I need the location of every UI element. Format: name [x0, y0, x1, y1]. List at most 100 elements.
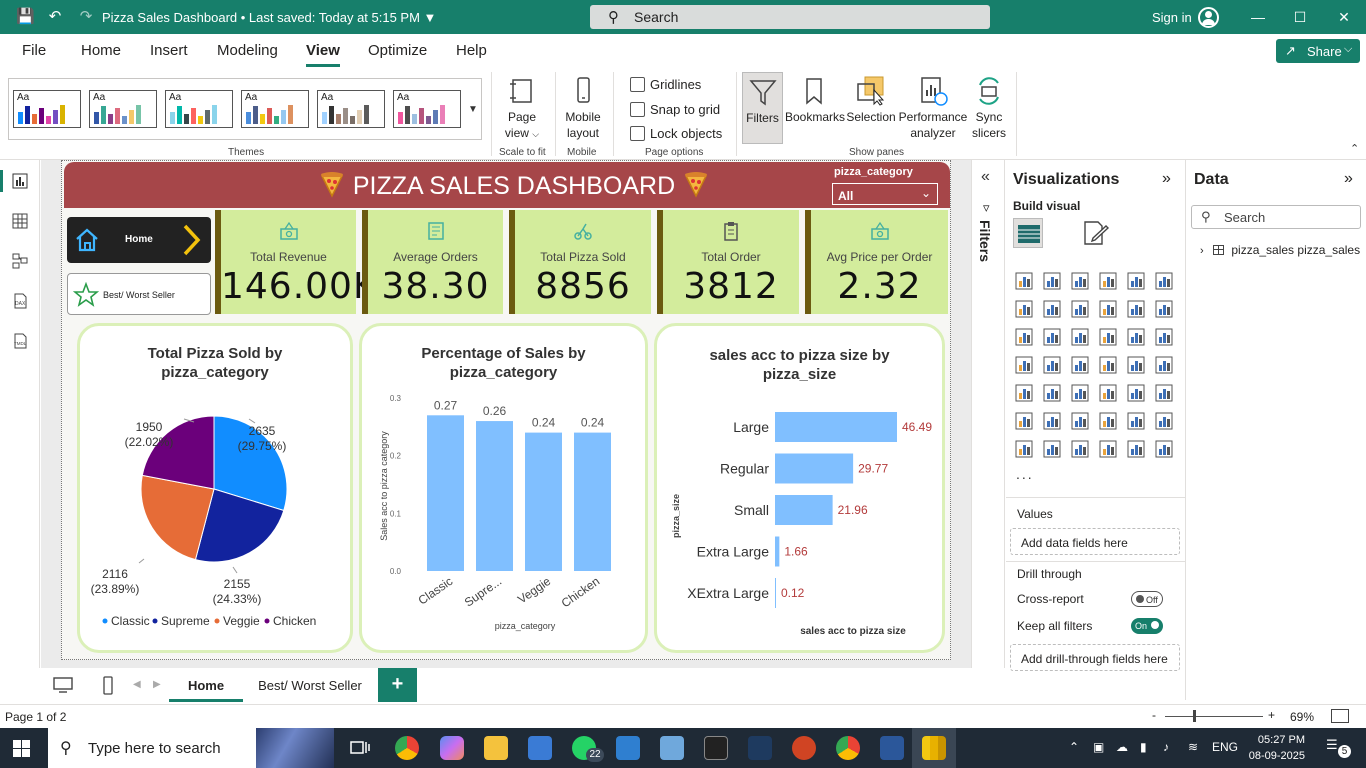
- hbar-extra-large[interactable]: [775, 536, 780, 567]
- mysql-icon[interactable]: [748, 736, 772, 760]
- filters-pane-button[interactable]: Filters: [742, 72, 783, 144]
- chevron-right-icon[interactable]: »: [1162, 170, 1171, 188]
- pie-visual-icon[interactable]: [1127, 328, 1145, 346]
- clustered-bar-visual-icon[interactable]: [1071, 272, 1089, 290]
- close-icon[interactable]: ✕: [1335, 8, 1353, 26]
- tab-file[interactable]: File: [22, 42, 46, 59]
- tab-insert[interactable]: Insert: [150, 42, 188, 59]
- tab-view[interactable]: View: [306, 42, 340, 67]
- powerpoint-icon[interactable]: [792, 736, 816, 760]
- bookmarks-pane-button[interactable]: Bookmarks: [785, 76, 845, 125]
- desktop-view-icon[interactable]: [52, 676, 74, 697]
- goals-visual-icon[interactable]: [1155, 412, 1173, 430]
- line-visual-icon[interactable]: [1015, 300, 1033, 318]
- theme-swatch[interactable]: Aa: [13, 90, 81, 128]
- line-column-visual-icon[interactable]: [1127, 300, 1145, 318]
- category-slicer-dropdown[interactable]: All ⌄: [832, 183, 938, 205]
- scatter-visual-icon[interactable]: [1099, 328, 1117, 346]
- theme-swatch[interactable]: Aa: [89, 90, 157, 128]
- share-button[interactable]: ↗ Share ⌵: [1276, 39, 1360, 63]
- 100-column-visual-icon[interactable]: [1155, 272, 1173, 290]
- taskbar-search-input[interactable]: ⚲ Type here to search: [48, 728, 334, 768]
- dax-query-view-icon[interactable]: DAX: [11, 292, 29, 310]
- theme-swatch[interactable]: Aa: [393, 90, 461, 128]
- prev-page-icon[interactable]: ◀: [133, 679, 141, 690]
- zoom-slider[interactable]: [1165, 716, 1263, 717]
- bar-veggie[interactable]: [525, 432, 562, 571]
- multi-row-card-visual-icon[interactable]: [1015, 384, 1033, 402]
- custom-b-visual-icon[interactable]: [1127, 440, 1145, 458]
- hbar-xextra-large[interactable]: [775, 578, 776, 608]
- tab-modeling[interactable]: Modeling: [217, 42, 278, 59]
- gallery-more-icon[interactable]: ▼: [468, 104, 478, 115]
- ribbon-visual-icon[interactable]: [1015, 328, 1033, 346]
- file-explorer-icon[interactable]: [484, 736, 508, 760]
- minimize-icon[interactable]: —: [1249, 8, 1267, 26]
- custom-a-visual-icon[interactable]: [1099, 440, 1117, 458]
- build-visual-icon[interactable]: [1013, 218, 1043, 248]
- theme-swatch[interactable]: Aa: [165, 90, 233, 128]
- treemap-visual-icon[interactable]: [1015, 356, 1033, 374]
- hbar-small[interactable]: [775, 495, 833, 525]
- next-page-icon[interactable]: ▶: [153, 679, 161, 690]
- account-icon[interactable]: [1198, 7, 1219, 28]
- drill-through-field-well[interactable]: Add drill-through fields here: [1010, 644, 1180, 671]
- values-field-well[interactable]: Add data fields here: [1010, 528, 1180, 555]
- collapse-ribbon-icon[interactable]: ⌃: [1350, 142, 1359, 155]
- more-visuals-icon[interactable]: ...: [1016, 466, 1034, 482]
- volume-icon[interactable]: ♪: [1163, 740, 1169, 754]
- copilot-icon[interactable]: [440, 736, 464, 760]
- sync-slicers-button[interactable]: Sync slicers: [968, 76, 1010, 141]
- bar-chart-card[interactable]: Percentage of Sales by pizza_category 0.…: [359, 323, 648, 653]
- slicer-visual-icon[interactable]: [1071, 384, 1089, 402]
- clock[interactable]: 05:27 PM 08-09-2025: [1247, 732, 1305, 764]
- stacked-bar-visual-icon[interactable]: [1015, 272, 1033, 290]
- power-apps-visual-icon[interactable]: [1043, 440, 1061, 458]
- theme-swatch[interactable]: Aa: [317, 90, 385, 128]
- legend-item[interactable]: Classic: [111, 614, 150, 628]
- page-tab-home[interactable]: Home: [169, 668, 243, 702]
- map-visual-icon[interactable]: [1043, 356, 1061, 374]
- add-page-button[interactable]: +: [378, 668, 417, 702]
- custom-c-visual-icon[interactable]: [1155, 440, 1173, 458]
- python-visual-visual-icon[interactable]: [1015, 412, 1033, 430]
- legend-item[interactable]: Chicken: [273, 614, 316, 628]
- gauge-visual-icon[interactable]: [1127, 356, 1145, 374]
- zoom-slider-thumb[interactable]: [1193, 710, 1196, 722]
- power-bi-icon[interactable]: [922, 736, 946, 760]
- selection-pane-button[interactable]: Selection: [845, 76, 897, 125]
- phone-view-icon[interactable]: [101, 676, 115, 699]
- stacked-column-visual-icon[interactable]: [1043, 272, 1061, 290]
- area-visual-icon[interactable]: [1043, 300, 1061, 318]
- funnel-visual-icon[interactable]: [1071, 328, 1089, 346]
- cross-report-toggle[interactable]: Off: [1131, 591, 1163, 607]
- store-icon[interactable]: [528, 736, 552, 760]
- undo-icon[interactable]: ↶: [46, 8, 64, 26]
- format-visual-icon[interactable]: [1080, 218, 1110, 248]
- notification-center-icon[interactable]: ☰: [1326, 737, 1338, 753]
- pie-chart-card[interactable]: Total Pizza Sold by pizza_category 2635(…: [77, 323, 353, 653]
- zoom-out-button[interactable]: -: [1152, 708, 1156, 722]
- word-icon[interactable]: [880, 736, 904, 760]
- power-automate-visual-icon[interactable]: [1071, 440, 1089, 458]
- r-visual-visual-icon[interactable]: [1155, 384, 1173, 402]
- report-view-icon[interactable]: [11, 172, 29, 190]
- hbar-chart-card[interactable]: sales acc to pizza size by pizza_size La…: [654, 323, 945, 653]
- zoom-in-button[interactable]: +: [1268, 708, 1275, 722]
- tab-home[interactable]: Home: [81, 42, 121, 59]
- tmdl-view-icon[interactable]: TMDL: [11, 332, 29, 350]
- chrome-icon[interactable]: [395, 736, 419, 760]
- theme-swatch[interactable]: Aa: [241, 90, 309, 128]
- task-view-icon[interactable]: [348, 736, 372, 760]
- mobile-layout-button[interactable]: Mobile layout: [561, 76, 605, 141]
- 100-bar-visual-icon[interactable]: [1127, 272, 1145, 290]
- bar-supre[interactable]: [476, 421, 513, 571]
- matrix-visual-icon[interactable]: [1127, 384, 1145, 402]
- qa-visual-icon[interactable]: [1099, 412, 1117, 430]
- table-view-icon[interactable]: [11, 212, 29, 230]
- vscode-icon[interactable]: [616, 736, 640, 760]
- best-worst-nav-button[interactable]: Best/ Worst Seller: [67, 273, 211, 315]
- wifi-icon[interactable]: ≋: [1188, 740, 1198, 754]
- redo-icon[interactable]: ↷: [77, 8, 95, 26]
- bar-chicken[interactable]: [574, 432, 611, 571]
